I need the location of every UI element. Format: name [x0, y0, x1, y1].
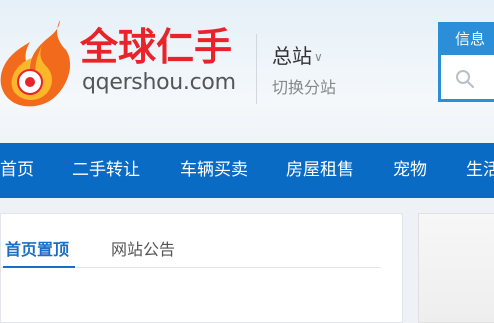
city-current-label: 总站 — [272, 44, 312, 68]
city-switch-link[interactable]: 切换分站 — [272, 74, 336, 98]
search-box: 信息 — [438, 22, 494, 102]
logo-chinese-text: 全球仁手 — [80, 25, 232, 68]
content-panel: 首页置顶 网站公告 — [0, 213, 403, 323]
chevron-down-icon: ∨ — [314, 49, 323, 64]
flame-logo-icon[interactable] — [0, 12, 76, 116]
search-icon[interactable] — [455, 69, 475, 89]
header-divider — [256, 34, 257, 104]
city-selector[interactable]: 总站 ∨ — [272, 40, 323, 69]
nav-item-pets[interactable]: 宠物 — [393, 143, 427, 198]
logo-chinese-label: 全球仁手 — [80, 25, 232, 68]
tab-site-notice[interactable]: 网站公告 — [111, 236, 175, 260]
main-nav: 首页 二手转让 车辆买卖 房屋租售 宠物 生活 — [0, 143, 494, 198]
nav-item-secondhand[interactable]: 二手转让 — [72, 143, 140, 198]
nav-item-life[interactable]: 生活 — [466, 143, 494, 198]
logo-url-text: qqershou.com — [82, 70, 236, 95]
nav-item-vehicles[interactable]: 车辆买卖 — [180, 143, 248, 198]
search-tab-info[interactable]: 信息 — [441, 25, 494, 55]
tab-top-listings[interactable]: 首页置顶 — [5, 236, 69, 260]
active-tab-indicator — [3, 266, 75, 268]
nav-item-home[interactable]: 首页 — [0, 143, 34, 198]
site-header: 全球仁手 qqershou.com 总站 ∨ 切换分站 信息 — [0, 0, 494, 143]
nav-item-housing[interactable]: 房屋租售 — [286, 143, 354, 198]
side-card — [418, 213, 494, 323]
